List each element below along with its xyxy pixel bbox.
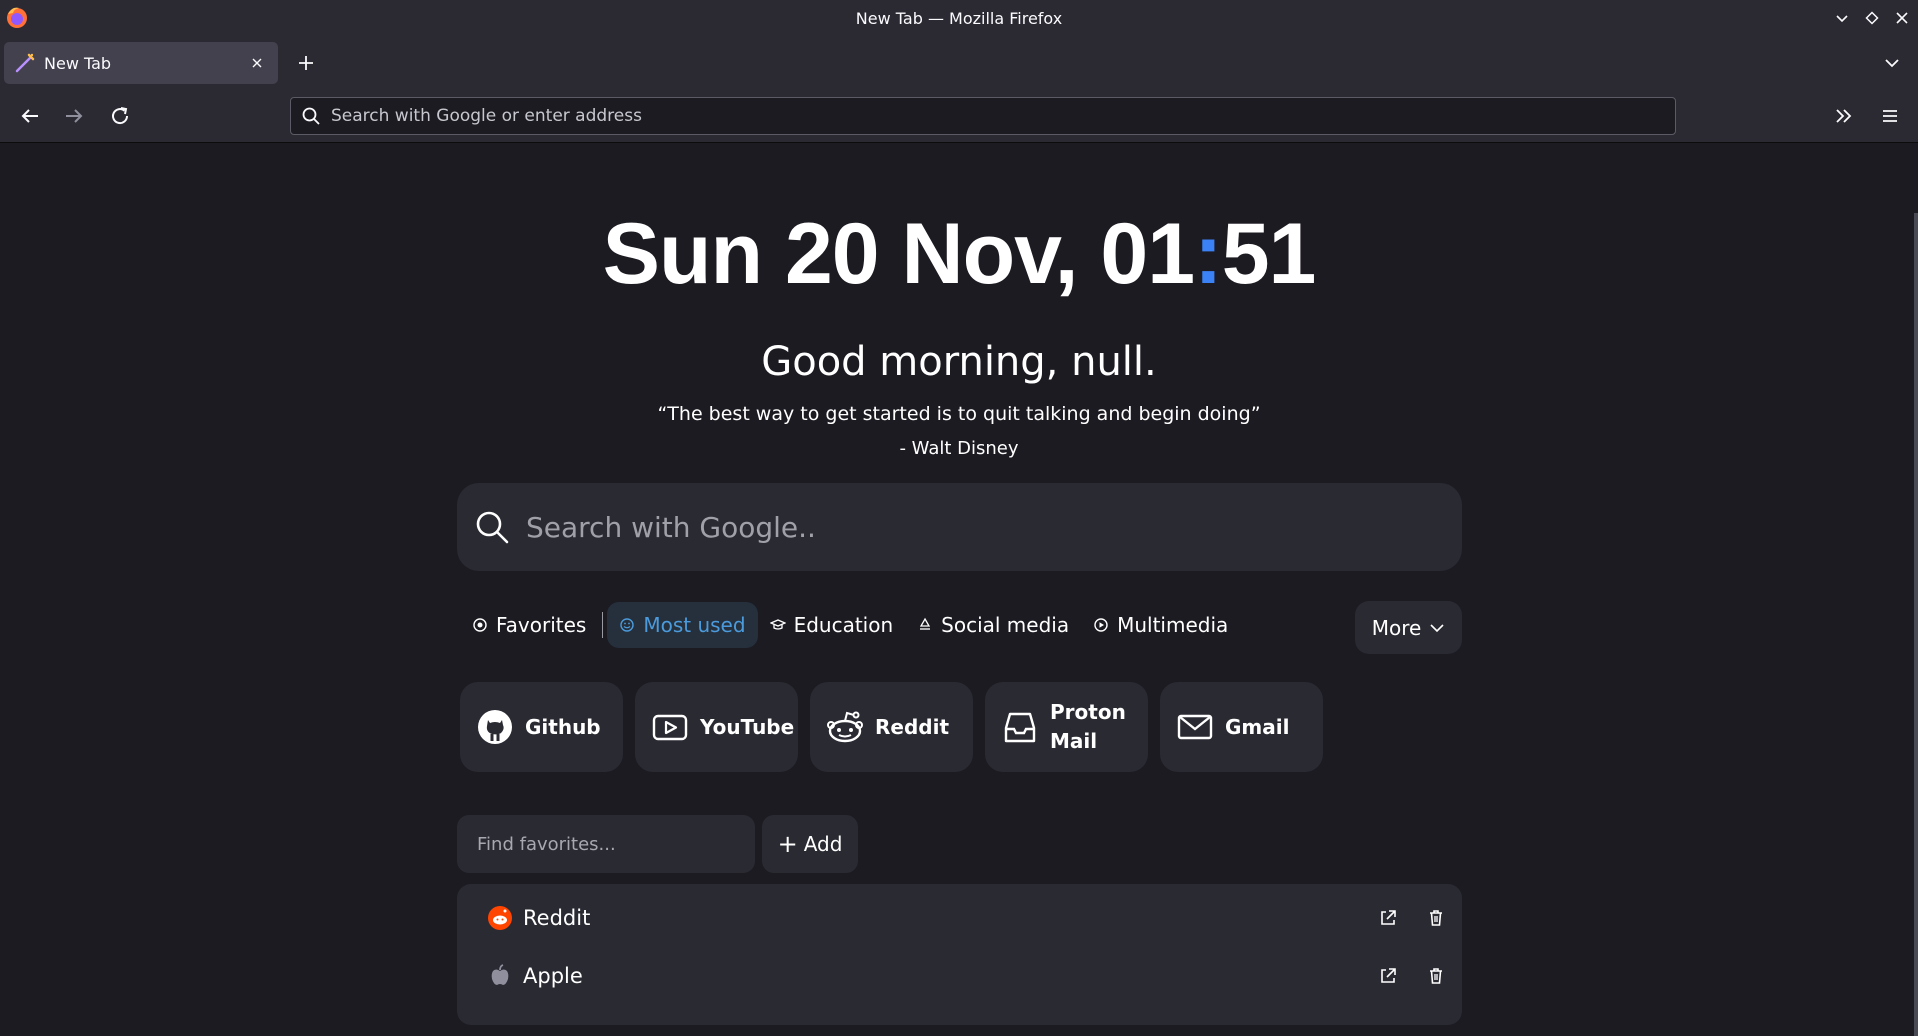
firefox-logo-icon — [7, 7, 27, 28]
search-icon — [302, 107, 320, 125]
category-label: Social media — [941, 613, 1070, 637]
google-search-box[interactable] — [457, 483, 1462, 571]
new-tab-page: Sun 20 Nov, 01:51 Good morning, null. “T… — [0, 143, 1918, 1036]
trash-icon[interactable] — [1425, 965, 1447, 987]
address-input[interactable] — [329, 105, 1675, 127]
trash-icon[interactable] — [1425, 907, 1447, 929]
double-chevron-right-icon — [1836, 109, 1852, 123]
greeting: Good morning, null. — [761, 339, 1157, 385]
tile-label: Proton Mail — [1050, 700, 1126, 753]
title-bar: New Tab — Mozilla Firefox — [0, 0, 1918, 36]
list-all-tabs-button[interactable] — [1878, 49, 1906, 77]
category-favorites[interactable]: Favorites — [460, 602, 598, 648]
smile-icon — [620, 618, 635, 632]
target-icon — [473, 618, 487, 632]
category-divider — [602, 612, 604, 638]
add-label: Add — [803, 832, 843, 856]
category-bar: Favorites Most used Education Social med… — [460, 601, 1240, 649]
tab-strip: New Tab — [0, 36, 1918, 90]
tab-label: New Tab — [44, 53, 112, 73]
category-label: Education — [793, 613, 894, 637]
plus-icon: + — [777, 830, 798, 858]
category-label: Favorites — [496, 613, 587, 637]
category-label: Most used — [643, 613, 746, 637]
favorite-label: Reddit — [523, 906, 591, 930]
tile-youtube[interactable]: YouTube — [635, 682, 798, 772]
clock-minutes: 51 — [1221, 206, 1317, 302]
overflow-menu-button[interactable] — [1828, 100, 1860, 132]
chevron-down-icon — [1430, 623, 1444, 632]
new-tab-button[interactable] — [292, 49, 320, 77]
forward-button[interactable] — [58, 100, 90, 132]
clock-date: Sun 20 Nov, — [602, 206, 1101, 302]
mail-icon — [1177, 714, 1213, 740]
quote-text: “The best way to get started is to quit … — [657, 403, 1261, 425]
favorites-list: Reddit Apple — [457, 884, 1462, 1025]
clock-separator: : — [1194, 206, 1223, 302]
tab-new-tab[interactable]: New Tab — [4, 42, 278, 84]
github-icon — [478, 710, 512, 744]
window-title: New Tab — Mozilla Firefox — [855, 8, 1063, 28]
arrow-left-icon — [21, 109, 38, 123]
app-menu-button[interactable] — [1874, 100, 1906, 132]
more-label: More — [1371, 615, 1422, 640]
inbox-icon — [1004, 712, 1036, 743]
diamond-icon — [1865, 11, 1879, 25]
google-search-input[interactable] — [524, 509, 1462, 545]
clock-hours: 01 — [1100, 206, 1195, 302]
tile-label: Reddit — [875, 714, 950, 739]
tile-gmail[interactable]: Gmail — [1160, 682, 1323, 772]
graduation-cap-icon — [769, 619, 786, 630]
tile-reddit[interactable]: Reddit — [810, 682, 973, 772]
arrow-right-icon — [66, 109, 83, 123]
tile-label: Github — [525, 714, 601, 739]
close-icon — [252, 58, 262, 68]
find-favorites-field[interactable] — [457, 815, 755, 873]
category-label: Multimedia — [1117, 613, 1229, 637]
play-circle-icon — [1094, 618, 1108, 632]
tile-github[interactable]: Github — [460, 682, 623, 772]
apple-icon — [491, 964, 509, 985]
plus-icon — [299, 56, 313, 70]
find-favorites-input[interactable] — [475, 832, 739, 856]
minimize-button[interactable] — [1830, 6, 1854, 30]
address-bar[interactable] — [290, 97, 1676, 135]
favorite-label: Apple — [523, 964, 583, 988]
more-categories-button[interactable]: More — [1355, 601, 1462, 654]
reddit-icon — [827, 711, 863, 743]
category-multimedia[interactable]: Multimedia — [1081, 602, 1240, 648]
hamburger-menu-icon — [1883, 110, 1897, 122]
shortcut-tiles: Github YouTube Reddit Proton Mail Gmail — [460, 682, 1323, 772]
maximize-button[interactable] — [1860, 6, 1884, 30]
reload-icon — [112, 107, 129, 125]
reddit-icon — [488, 906, 512, 930]
scrollbar[interactable] — [1914, 213, 1918, 1036]
tile-label: YouTube — [700, 714, 795, 739]
wand-icon — [15, 53, 35, 73]
chevron-down-icon — [1836, 15, 1848, 23]
category-education[interactable]: Education — [758, 602, 906, 648]
open-external-icon[interactable] — [1377, 907, 1399, 929]
category-social-media[interactable]: Social media — [905, 602, 1081, 648]
tab-close-button[interactable] — [246, 52, 268, 74]
reload-button[interactable] — [104, 100, 136, 132]
tile-label: Gmail — [1225, 714, 1290, 739]
add-favorite-button[interactable]: + Add — [762, 815, 858, 873]
category-most-used[interactable]: Most used — [607, 602, 758, 648]
list-item[interactable]: Apple — [487, 956, 1447, 996]
clock: Sun 20 Nov, 01:51 — [0, 205, 1918, 304]
open-external-icon[interactable] — [1377, 965, 1399, 987]
recycle-icon — [920, 617, 931, 630]
search-icon — [476, 511, 509, 544]
chevron-down-icon — [1885, 59, 1899, 68]
close-window-button[interactable] — [1890, 6, 1914, 30]
quote-author: - Walt Disney — [899, 438, 1019, 459]
list-item[interactable]: Reddit — [487, 898, 1447, 938]
close-icon — [1896, 12, 1908, 24]
tile-proton-mail[interactable]: Proton Mail — [985, 682, 1148, 772]
navigation-bar — [0, 90, 1918, 143]
youtube-icon — [652, 714, 688, 741]
back-button[interactable] — [14, 100, 46, 132]
